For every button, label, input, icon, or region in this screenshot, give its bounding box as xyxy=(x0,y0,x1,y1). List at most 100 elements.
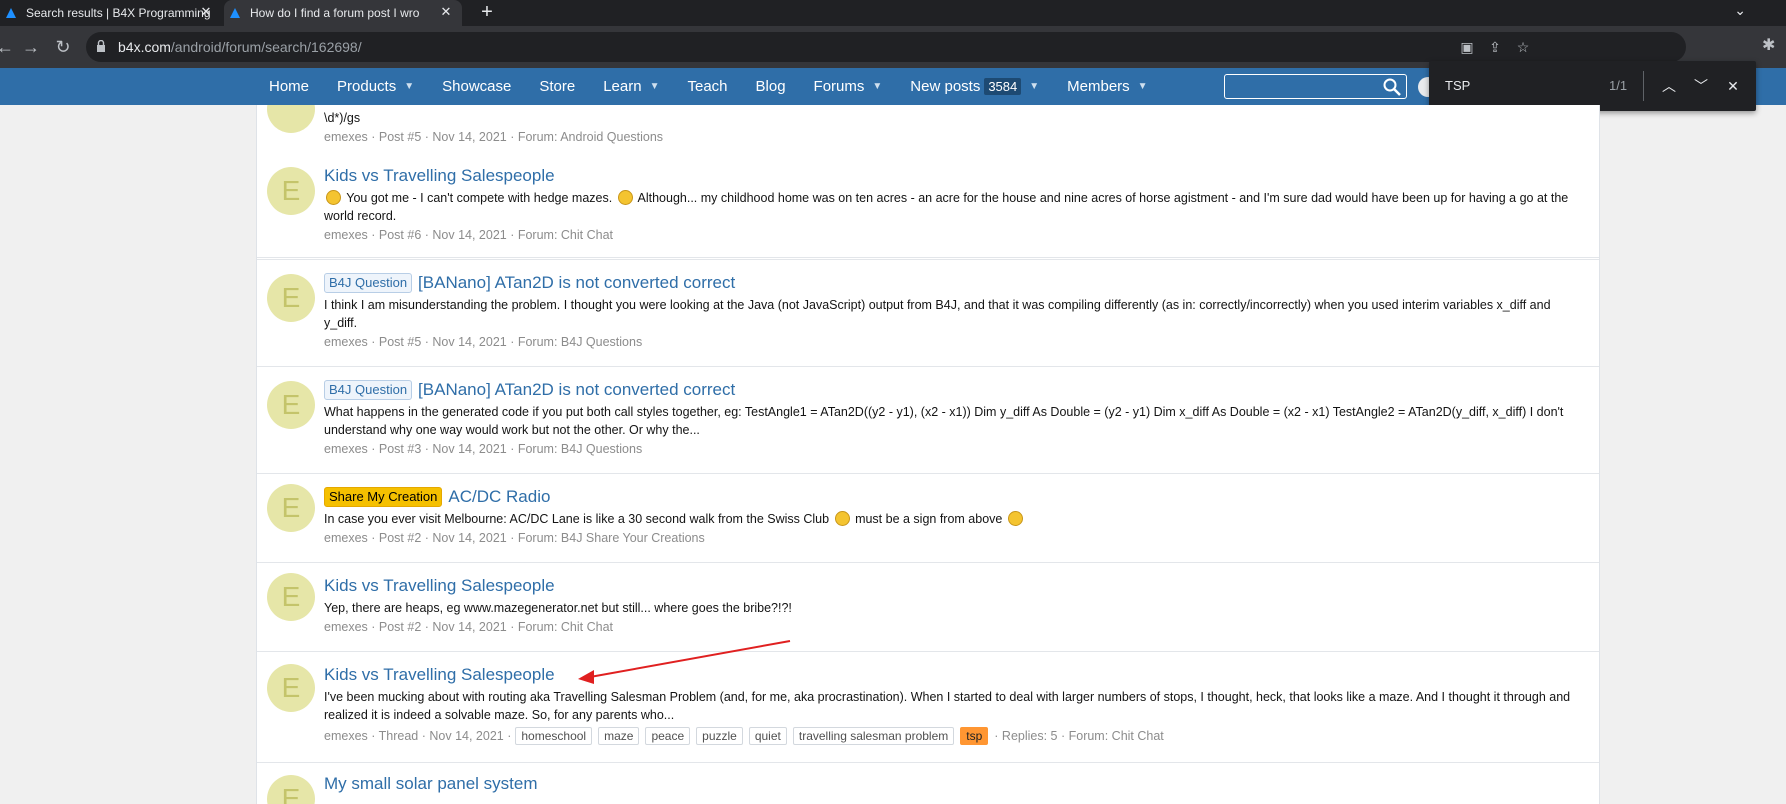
result-meta: emexes · Post #5 · Nov 14, 2021 · Forum:… xyxy=(324,130,664,144)
tag-quiet[interactable]: quiet xyxy=(748,727,787,745)
nav-item-learn[interactable]: Learn ▼ xyxy=(589,68,673,105)
find-next-icon[interactable]: ﹀ xyxy=(1689,74,1713,98)
thread-prefix-label[interactable]: Share My Creation xyxy=(324,487,443,507)
result-meta: emexes · Thread · Nov 14, 2021 · homesch… xyxy=(324,727,1164,745)
caret-down-icon[interactable]: ▼ xyxy=(1029,81,1039,92)
new-posts-count-badge: 3584 xyxy=(984,78,1022,95)
result-title-link[interactable]: My small solar panel system xyxy=(324,773,1579,795)
nav-item-blog[interactable]: Blog xyxy=(742,68,800,105)
result-snippet: I've been mucking about with routing aka… xyxy=(324,690,1571,722)
b4x-favicon-icon xyxy=(230,8,240,18)
avatar[interactable]: E xyxy=(267,274,315,322)
find-match-count: 1/1 xyxy=(1609,78,1628,93)
search-results-list: \d*)/gs emexes · Post #5 · Nov 14, 2021 … xyxy=(256,105,1600,804)
tag-puzzle[interactable]: puzzle xyxy=(696,727,743,745)
grin-emoji-icon xyxy=(617,190,633,205)
browser-tab-search-results[interactable]: Search results | B4X Programming ✕ xyxy=(0,0,222,26)
b4x-favicon-icon xyxy=(6,8,16,18)
browser-tab-active[interactable]: How do I find a forum post I wro ✕ xyxy=(224,0,462,26)
caret-down-icon[interactable]: ▼ xyxy=(650,81,660,92)
avatar[interactable]: E xyxy=(267,484,315,532)
result-meta: emexes · Post #2 · Nov 14, 2021 · Forum:… xyxy=(324,531,705,545)
nav-item-showcase[interactable]: Showcase xyxy=(428,68,525,105)
list-item: E Kids vs Travelling Salespeople Yep, th… xyxy=(257,563,1599,652)
find-close-icon[interactable]: ✕ xyxy=(1721,74,1745,98)
list-item: E Kids vs Travelling Salespeople You got… xyxy=(257,153,1599,260)
nav-item-label: Blog xyxy=(755,78,786,95)
result-snippet: What happens in the generated code if yo… xyxy=(324,405,1564,437)
nav-item-new-posts[interactable]: New posts 3584 ▼ xyxy=(896,68,1053,105)
bookmark-star-icon[interactable]: ☆ xyxy=(1514,38,1532,56)
nav-item-label: Products xyxy=(337,78,397,95)
list-item: E My small solar panel system xyxy=(257,763,1599,804)
result-title-link[interactable]: Kids vs Travelling Salespeople xyxy=(324,165,1579,187)
avatar[interactable]: E xyxy=(267,664,315,712)
tag-maze[interactable]: maze xyxy=(598,727,640,745)
avatar[interactable] xyxy=(267,105,315,133)
thread-prefix-label[interactable]: B4J Question xyxy=(324,273,413,293)
tag-travelling-salesman-problem[interactable]: travelling salesman problem xyxy=(792,727,955,745)
nav-item-store[interactable]: Store xyxy=(525,68,589,105)
tab-search-chevron-icon[interactable]: ⌄ xyxy=(1734,2,1746,19)
result-title-link[interactable]: Kids vs Travelling Salespeople xyxy=(324,664,1579,686)
grin-emoji-icon xyxy=(834,511,850,526)
extensions-icon[interactable]: ✱ xyxy=(1762,35,1782,55)
find-previous-icon[interactable]: ︿ xyxy=(1657,74,1681,98)
site-search-input[interactable] xyxy=(1224,74,1407,99)
result-meta: emexes · Post #3 · Nov 14, 2021 · Forum:… xyxy=(324,442,643,456)
result-meta: emexes · Post #5 · Nov 14, 2021 · Forum:… xyxy=(324,335,643,349)
browser-tab-strip: Search results | B4X Programming ✕ How d… xyxy=(0,0,1786,26)
close-tab-icon[interactable]: ✕ xyxy=(198,4,214,20)
caret-down-icon[interactable]: ▼ xyxy=(1138,81,1148,92)
avatar[interactable]: E xyxy=(267,775,315,804)
avatar[interactable]: E xyxy=(267,573,315,621)
nav-item-label: Teach xyxy=(687,78,728,95)
thread-tags: homeschool maze peace puzzle quiet travelling… xyxy=(515,727,994,745)
tag-tsp[interactable]: tsp xyxy=(960,727,989,745)
result-snippet: You got me - I can't compete with hedge … xyxy=(324,190,1569,223)
result-snippet: In case you ever visit Melbourne: AC/DC … xyxy=(324,510,1579,528)
close-tab-icon[interactable]: ✕ xyxy=(438,4,454,20)
new-tab-button[interactable]: + xyxy=(476,2,498,24)
tag-peace[interactable]: peace xyxy=(645,727,691,745)
site-nav-items: Home Products ▼ Showcase Store Learn ▼ Teach Blo… xyxy=(255,68,1162,105)
forward-icon[interactable]: → xyxy=(20,36,42,58)
nav-item-label: New posts xyxy=(910,78,981,95)
result-title-link[interactable]: Kids vs Travelling Salespeople xyxy=(324,575,1579,597)
nav-item-products[interactable]: Products ▼ xyxy=(323,68,428,105)
nav-item-forums[interactable]: Forums ▼ xyxy=(800,68,897,105)
result-title-link[interactable]: Share My Creation AC/DC Radio xyxy=(324,486,1579,508)
nav-item-home[interactable]: Home xyxy=(255,68,323,105)
thread-prefix-label[interactable]: B4J Question xyxy=(324,380,413,400)
search-icon[interactable] xyxy=(1382,77,1402,97)
share-icon[interactable]: ⇪ xyxy=(1486,38,1504,56)
nav-item-members[interactable]: Members ▼ xyxy=(1053,68,1161,105)
result-title-link[interactable]: B4J Question [BANano] ATan2D is not conve… xyxy=(324,272,1579,294)
nav-item-label: Showcase xyxy=(442,78,512,95)
list-item: E Kids vs Travelling Salespeople I've be… xyxy=(257,652,1599,763)
find-divider xyxy=(1643,71,1644,101)
back-icon[interactable]: ← xyxy=(0,36,16,58)
list-item: E B4J Question [BANano] ATan2D is not con… xyxy=(257,260,1599,367)
caret-down-icon[interactable]: ▼ xyxy=(404,81,414,92)
avatar[interactable]: E xyxy=(267,167,315,215)
nav-item-label: Members xyxy=(1067,78,1130,95)
tag-homeschool[interactable]: homeschool xyxy=(515,727,593,745)
nav-item-label: Home xyxy=(269,78,310,95)
reload-icon[interactable]: ↻ xyxy=(52,36,74,58)
result-meta: emexes · Post #6 · Nov 14, 2021 · Forum:… xyxy=(324,228,614,242)
avatar[interactable]: E xyxy=(267,381,315,429)
tab-label: How do I find a forum post I wro xyxy=(250,6,420,20)
caret-down-icon[interactable]: ▼ xyxy=(872,81,882,92)
nav-item-teach[interactable]: Teach xyxy=(673,68,741,105)
upside-down-emoji-icon xyxy=(1007,511,1023,526)
url-text: b4x.com/android/forum/search/162698/ xyxy=(118,39,362,55)
nav-item-label: Store xyxy=(539,78,576,95)
result-snippet: \d*)/gs xyxy=(324,111,361,125)
result-title-link[interactable]: B4J Question [BANano] ATan2D is not conve… xyxy=(324,379,1579,401)
address-bar[interactable]: b4x.com/android/forum/search/162698/ ▣ ⇪… xyxy=(86,32,1686,62)
find-in-page-bar: TSP 1/1 ︿ ﹀ ✕ xyxy=(1429,61,1756,111)
find-query-input[interactable]: TSP xyxy=(1445,78,1470,93)
page-icon[interactable]: ▣ xyxy=(1458,38,1476,56)
nav-item-label: Learn xyxy=(603,78,642,95)
